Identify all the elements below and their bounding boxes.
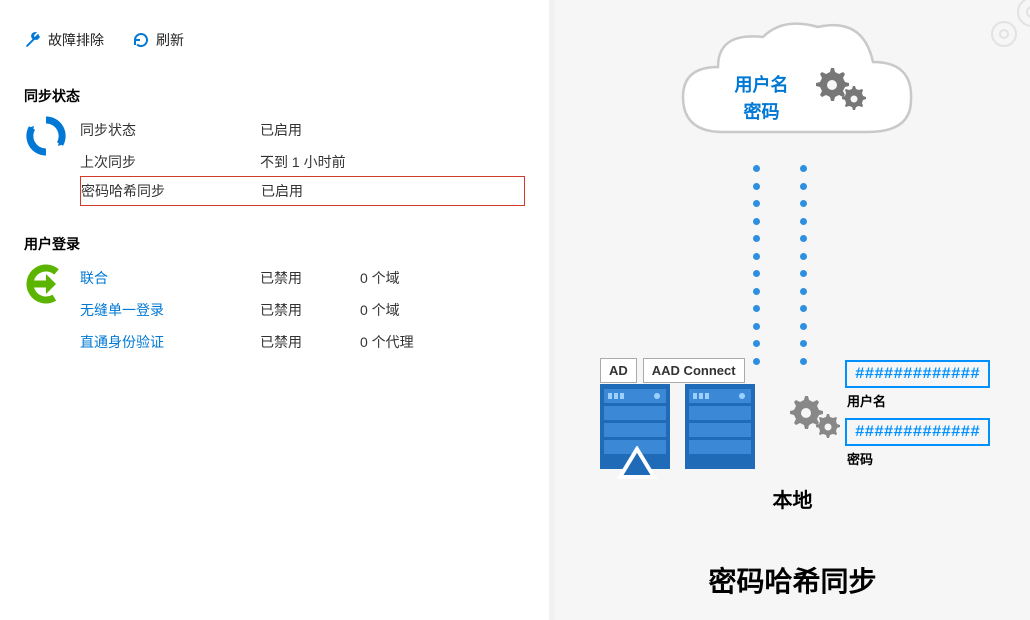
- cloud-username: 用户名: [735, 72, 789, 99]
- row-extra: 0 个域: [360, 268, 400, 288]
- left-panel: 故障排除 刷新 同步状态 同步状态 已启用 上次同步: [0, 0, 555, 620]
- sync-dots-right: [800, 165, 807, 365]
- troubleshoot-button[interactable]: 故障排除: [24, 30, 104, 50]
- hash-password: #############: [845, 418, 990, 446]
- server-label-aadconnect: AAD Connect: [643, 358, 745, 383]
- troubleshoot-label: 故障排除: [48, 30, 104, 50]
- row-extra: 0 个代理: [360, 332, 414, 352]
- row-extra: 0 个域: [360, 300, 400, 320]
- hash-username-label: 用户名: [847, 391, 990, 410]
- refresh-button[interactable]: 刷新: [132, 30, 184, 50]
- row-password-hash-sync: 密码哈希同步 已启用: [80, 176, 525, 206]
- cloud-text: 用户名 密码: [735, 72, 789, 126]
- row-label: 同步状态: [80, 120, 260, 140]
- diagram-title: 密码哈希同步: [708, 560, 876, 600]
- row-sync-status: 同步状态 已启用: [80, 114, 525, 146]
- seamless-sso-link[interactable]: 无缝单一登录: [80, 300, 260, 320]
- row-label: 上次同步: [80, 152, 260, 172]
- local-label: 本地: [773, 484, 813, 513]
- row-label: 密码哈希同步: [81, 181, 261, 201]
- passthrough-auth-link[interactable]: 直通身份验证: [80, 332, 260, 352]
- row-value: 不到 1 小时前: [260, 152, 360, 172]
- server-label-ad: AD: [600, 358, 637, 383]
- gears-icon: [811, 64, 869, 114]
- sync-dots-left: [753, 165, 760, 365]
- row-last-sync: 上次同步 不到 1 小时前: [80, 146, 525, 178]
- cloud: 用户名 密码: [663, 12, 923, 167]
- row-value: 已启用: [260, 120, 360, 140]
- login-section: 联合 已禁用 0 个域 无缝单一登录 已禁用 0 个域 直通身份验证 已禁用 0…: [24, 262, 525, 358]
- hash-password-label: 密码: [847, 449, 990, 468]
- row-seamless-sso: 无缝单一登录 已禁用 0 个域: [80, 294, 525, 326]
- triangle-icon: [617, 446, 657, 480]
- row-federation: 联合 已禁用 0 个域: [80, 262, 525, 294]
- cloud-password: 密码: [735, 99, 789, 126]
- decorative-gear-icon: [984, 0, 1030, 54]
- row-value: 已禁用: [260, 332, 360, 352]
- cloud-icon: [663, 12, 923, 162]
- row-value: 已禁用: [260, 300, 360, 320]
- federation-link[interactable]: 联合: [80, 268, 260, 288]
- toolbar: 故障排除 刷新: [24, 16, 525, 74]
- row-value: 已启用: [261, 181, 361, 201]
- diagram-panel: 用户名 密码 AD AAD Connect: [555, 0, 1030, 620]
- sync-icon: [24, 114, 68, 206]
- refresh-icon: [132, 31, 150, 49]
- row-value: 已禁用: [260, 268, 360, 288]
- gears-icon: [785, 392, 843, 442]
- login-icon: [24, 262, 68, 358]
- refresh-label: 刷新: [156, 30, 184, 50]
- sync-section-title: 同步状态: [24, 86, 525, 106]
- login-section-title: 用户登录: [24, 234, 525, 254]
- sync-section: 同步状态 已启用 上次同步 不到 1 小时前 密码哈希同步 已启用: [24, 114, 525, 206]
- row-passthrough-auth: 直通身份验证 已禁用 0 个代理: [80, 326, 525, 358]
- wrench-icon: [24, 31, 42, 49]
